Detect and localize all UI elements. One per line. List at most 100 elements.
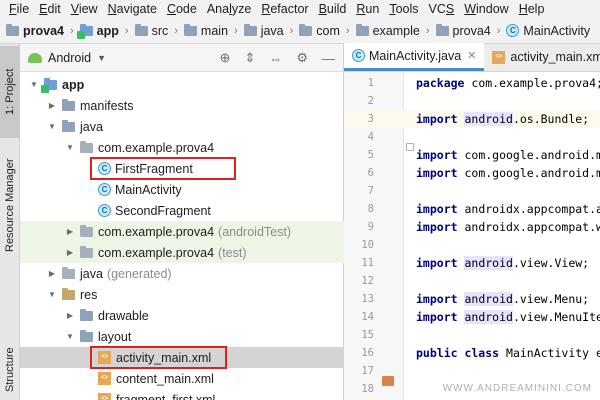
tree-item[interactable]: ▶ com.example.prova4 (test) (20, 242, 344, 263)
editor-tabs: C MainActivity.java ✕ <> activity_main.xml (344, 43, 600, 72)
tree-item[interactable]: ▶ manifests (20, 95, 344, 116)
menu-item-run[interactable]: Run (351, 0, 384, 18)
tree-item[interactable]: ▶ com.example.prova4 (androidTest) (20, 221, 344, 242)
structure-tool-tab[interactable]: Structure (0, 340, 20, 400)
code-token: package (416, 76, 472, 90)
tab-activity_main-xml[interactable]: <> activity_main.xml (484, 43, 600, 71)
expand-all-icon[interactable]: ⇕ (244, 50, 255, 66)
tree-item[interactable]: ▼ app (20, 74, 344, 95)
class-icon: C (98, 183, 111, 196)
menu-item-analyze[interactable]: Analyze (202, 0, 256, 18)
folder-icon (183, 23, 197, 36)
tool-window-strip: 1: Project Resource Manager Structure (0, 44, 20, 400)
menu-item-code[interactable]: Code (162, 0, 202, 18)
collapsed-arrow-icon[interactable]: ▶ (46, 101, 58, 110)
tree-item-suffix: (generated) (106, 266, 172, 281)
menu-item-help[interactable]: Help (514, 0, 550, 18)
xml-file-icon: <> (492, 50, 506, 64)
tree-item[interactable]: ▼ com.example.prova4 (20, 137, 344, 158)
gear-icon[interactable]: ⚙ (296, 50, 308, 66)
menu-item-file[interactable]: File (0, 0, 34, 18)
tree-item[interactable]: C SecondFragment (20, 200, 344, 221)
tree-item[interactable]: C MainActivity (20, 179, 344, 200)
code-token: .view.View; (512, 256, 590, 270)
project-tool-tab[interactable]: 1: Project (0, 46, 20, 138)
breadcrumb-item[interactable]: java › (238, 23, 293, 38)
breadcrumb-label: main (200, 23, 229, 38)
resource-manager-tool-tab[interactable]: Resource Manager (0, 144, 20, 266)
code-token: .os.Bundle; (512, 112, 590, 126)
expanded-arrow-icon[interactable]: ▼ (46, 122, 58, 131)
code-token: android (464, 256, 513, 270)
breadcrumb-item[interactable]: prova4 › (430, 23, 500, 38)
menu-item-vcs[interactable]: VCS (424, 0, 460, 18)
tree-item[interactable]: ▼ res (20, 284, 344, 305)
hide-panel-icon[interactable]: — (322, 51, 335, 66)
folder-icon (435, 23, 449, 36)
tree-item[interactable]: ▶ drawable (20, 305, 344, 326)
menu-item-navigate[interactable]: Navigate (103, 0, 162, 18)
close-icon[interactable]: ✕ (467, 49, 476, 62)
xml-file-icon: <> (98, 393, 111, 400)
editor: C MainActivity.java ✕ <> activity_main.xml 1… (344, 43, 600, 400)
view-mode-selector[interactable]: Android (48, 51, 91, 65)
package-icon (80, 224, 93, 237)
tree-item-suffix: (test) (218, 245, 247, 260)
menu-item-window[interactable]: Window (459, 0, 513, 18)
collapsed-arrow-icon[interactable]: ▶ (46, 269, 58, 278)
folder-icon (299, 23, 313, 36)
code-token: import (416, 256, 465, 270)
menu-item-tools[interactable]: Tools (384, 0, 423, 18)
collapsed-arrow-icon[interactable]: ▶ (64, 248, 76, 257)
xml-file-icon: <> (98, 372, 111, 385)
expanded-arrow-icon[interactable]: ▼ (46, 290, 58, 299)
tree-item[interactable]: ▼ layout (20, 326, 344, 347)
folder-icon (243, 23, 257, 36)
line-number: 1 (367, 77, 374, 89)
breadcrumb-item[interactable]: src › (129, 23, 178, 38)
collapsed-arrow-icon[interactable]: ▶ (64, 227, 76, 236)
code-token: android (464, 292, 513, 306)
code-line: 12 (344, 272, 600, 290)
code-token: import (416, 166, 465, 180)
code-text: import androidx.appcompat.w (404, 220, 600, 234)
chevron-down-icon[interactable]: ▼ (97, 53, 106, 63)
menu-item-edit[interactable]: Edit (34, 0, 66, 18)
expanded-arrow-icon[interactable]: ▼ (28, 80, 40, 89)
menu-item-refactor[interactable]: Refactor (256, 0, 313, 18)
menu-item-build[interactable]: Build (314, 0, 352, 18)
code-line: 9 import androidx.appcompat.w (344, 218, 600, 236)
tree-item[interactable]: ▼ java (20, 116, 344, 137)
breadcrumb-item[interactable]: app › (74, 23, 129, 39)
line-number: 10 (361, 239, 374, 251)
locate-file-icon[interactable]: ⊕ (220, 50, 231, 66)
tree-item[interactable]: <> content_main.xml (20, 368, 344, 389)
collapse-all-icon[interactable]: ⇔ (269, 51, 282, 66)
tree-item-label: SecondFragment (115, 203, 211, 218)
breadcrumb-item[interactable]: main › (178, 23, 238, 38)
code-line: 2 (344, 92, 600, 110)
code-token: com.google.android.m (464, 148, 600, 162)
code-text: import android.view.MenuIte (404, 310, 600, 324)
tab-mainactivity-java[interactable]: C MainActivity.java ✕ (344, 43, 485, 71)
code-line: 14 import android.view.MenuIte (344, 308, 600, 326)
expanded-arrow-icon[interactable]: ▼ (64, 332, 76, 341)
code-line: 4 (344, 128, 600, 146)
breadcrumb-item[interactable]: prova4 › (0, 23, 74, 38)
menu-item-view[interactable]: View (66, 0, 103, 18)
tree-item[interactable]: <> activity_main.xml (20, 347, 344, 368)
class-icon: C (352, 49, 365, 62)
tree-item-label: java (80, 266, 103, 281)
breadcrumb-item[interactable]: C MainActivity (500, 24, 590, 38)
tree-item[interactable]: <> fragment_first.xml (20, 389, 344, 400)
code-line: 10 (344, 236, 600, 254)
code-token: import (416, 202, 465, 216)
expanded-arrow-icon[interactable]: ▼ (64, 143, 76, 152)
tree-item[interactable]: C FirstFragment (20, 158, 344, 179)
tree-item-label: com.example.prova4 (98, 224, 215, 239)
code-text: public class MainActivity e (404, 346, 600, 360)
breadcrumb-item[interactable]: example › (350, 23, 430, 38)
breadcrumb-item[interactable]: com › (293, 23, 350, 38)
collapsed-arrow-icon[interactable]: ▶ (64, 311, 76, 320)
tree-item[interactable]: ▶ java (generated) (20, 263, 344, 284)
